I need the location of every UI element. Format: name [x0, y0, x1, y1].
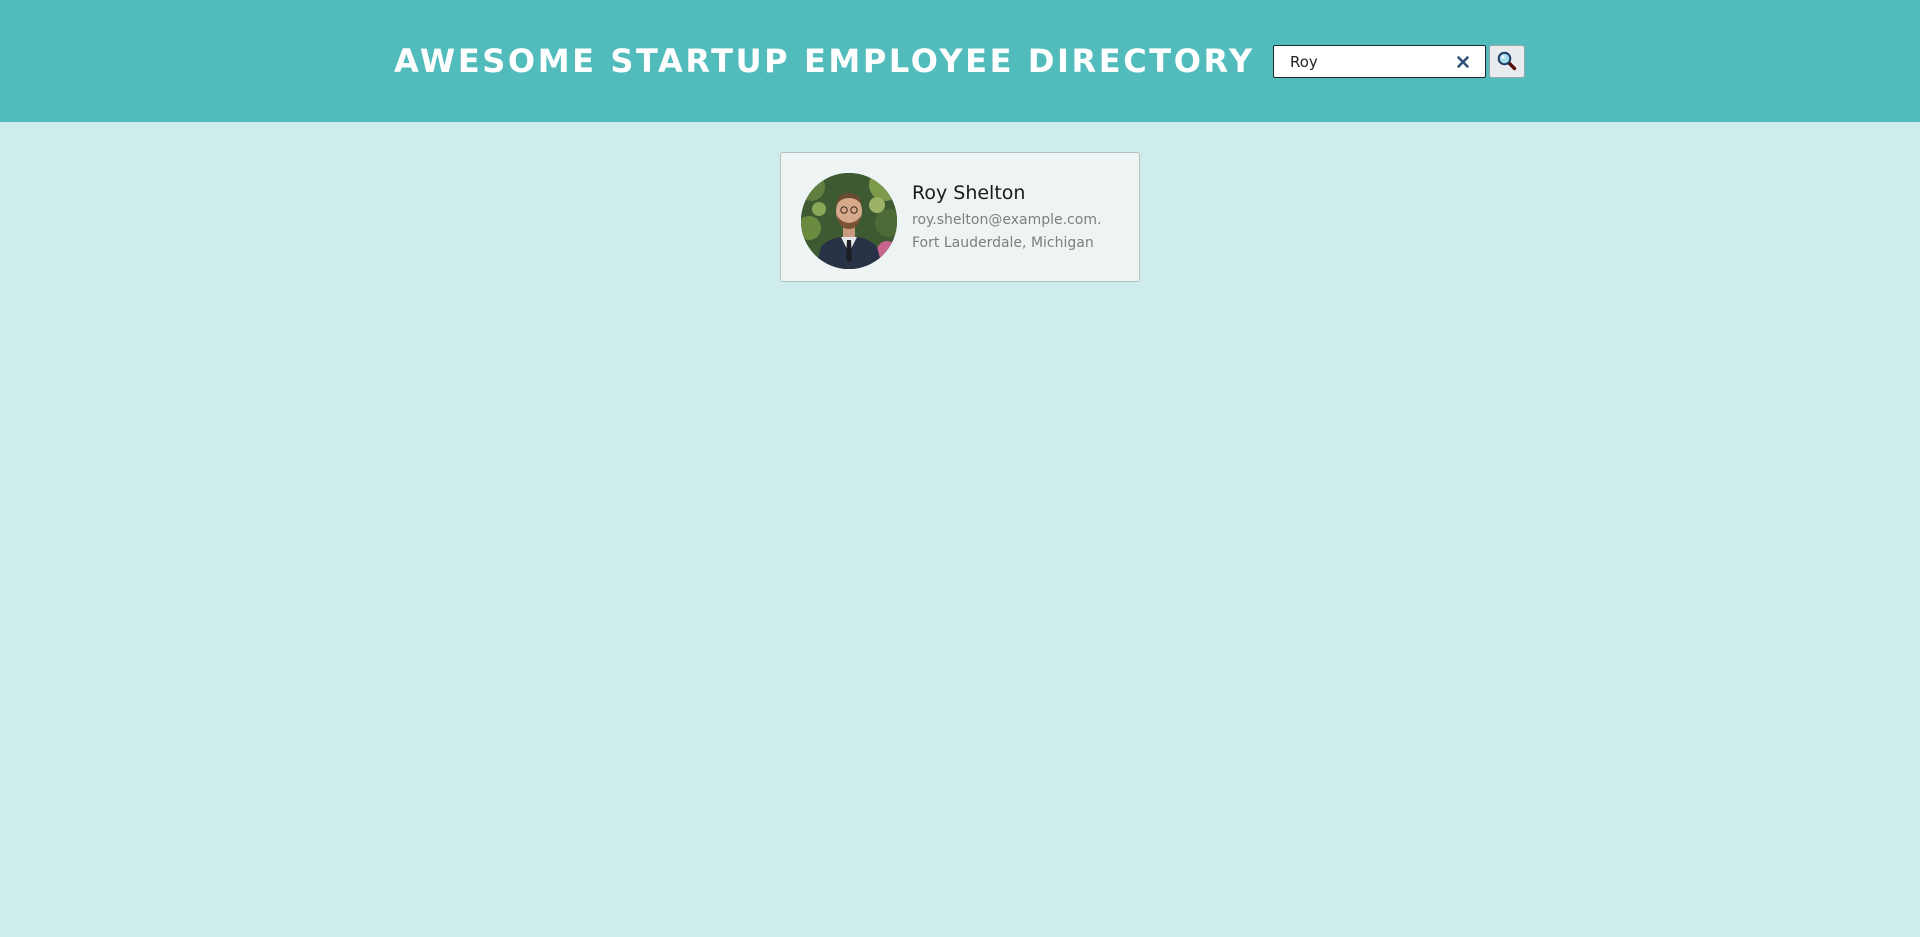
employee-avatar: [801, 173, 897, 269]
employee-card[interactable]: Roy Shelton roy.shelton@example.com... F…: [780, 152, 1140, 282]
employee-location: Fort Lauderdale, Michigan: [912, 235, 1094, 251]
employee-photo: [801, 173, 897, 269]
page-header: AWESOME STARTUP EMPLOYEE DIRECTORY: [0, 0, 1920, 122]
employee-email: roy.shelton@example.com...: [912, 212, 1102, 228]
clear-search-button[interactable]: [1452, 51, 1474, 73]
search-input-container: [1273, 45, 1486, 78]
search-button[interactable]: [1489, 45, 1525, 78]
page-title: AWESOME STARTUP EMPLOYEE DIRECTORY: [394, 42, 1255, 80]
employee-name: Roy Shelton: [912, 182, 1026, 204]
search-icon: [1497, 51, 1517, 71]
close-icon: [1457, 56, 1469, 68]
search-input[interactable]: [1274, 46, 1444, 77]
